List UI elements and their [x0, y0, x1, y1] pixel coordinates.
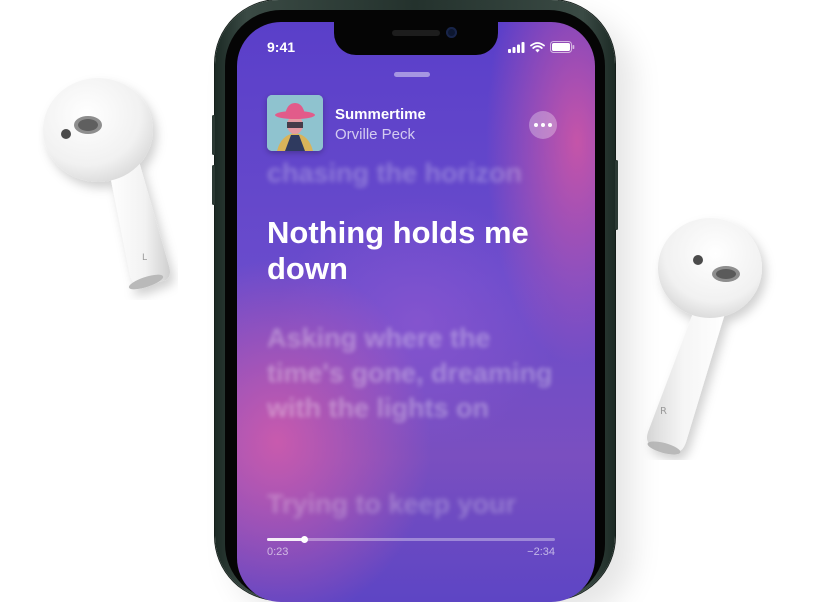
lyric-line-current[interactable]: Nothing holds me down [267, 215, 567, 287]
status-indicators [508, 41, 575, 53]
earpiece-speaker [392, 30, 440, 36]
battery-icon [550, 41, 575, 53]
playback-scrubber[interactable] [267, 536, 555, 543]
elapsed-time: 0:23 [267, 546, 289, 558]
status-time: 9:41 [267, 39, 296, 55]
lyric-line-next[interactable]: Asking where the time's gone, dreaming w… [267, 321, 567, 426]
remaining-time: −2:34 [527, 546, 555, 558]
lyrics-screen: 9:41 Summertime Orville Peck chasing the… [237, 22, 595, 602]
cellular-signal-icon [508, 41, 525, 53]
scrubber-knob[interactable] [301, 536, 309, 543]
right-airpod-label: R [660, 406, 667, 417]
front-camera [446, 27, 457, 38]
more-options-button[interactable] [529, 111, 557, 139]
lyric-line-upcoming[interactable]: Trying to keep your [267, 486, 567, 522]
right-airpod: R [640, 210, 780, 460]
left-airpod-label: L [142, 253, 147, 263]
iphone-device: 9:41 Summertime Orville Peck chasing the… [212, 0, 618, 602]
playback-progress-fill [267, 538, 305, 541]
ellipsis-icon [534, 123, 538, 127]
left-airpod: L [38, 70, 178, 300]
song-artist[interactable]: Orville Peck [335, 126, 415, 143]
notch [334, 22, 498, 55]
wifi-icon [530, 41, 545, 52]
song-title[interactable]: Summertime [335, 106, 426, 123]
volume-button [212, 165, 215, 205]
side-button [615, 160, 618, 230]
album-artwork[interactable] [267, 95, 323, 151]
volume-button [212, 115, 215, 155]
sheet-grabber[interactable] [394, 72, 430, 77]
lyric-line-previous[interactable]: chasing the horizon [267, 155, 567, 191]
